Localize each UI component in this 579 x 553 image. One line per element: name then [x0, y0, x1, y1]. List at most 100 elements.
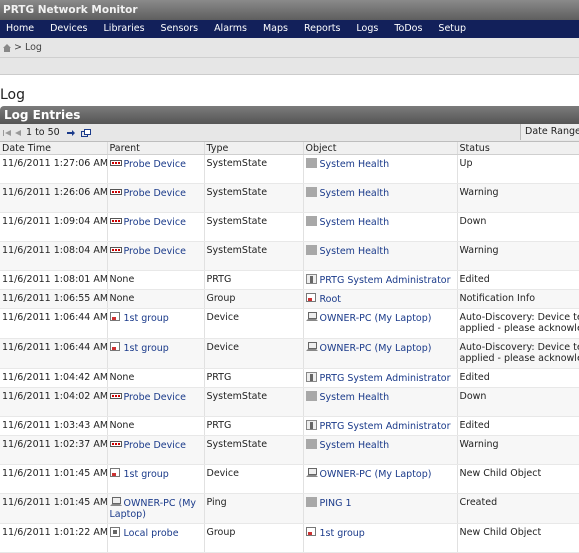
- status-text: Auto-Discovery: Device te: [460, 342, 579, 353]
- object-link[interactable]: OWNER-PC (My Laptop): [320, 313, 432, 324]
- table-row[interactable]: 11/6/2011 1:06:44 AM1st groupDeviceOWNER…: [0, 339, 579, 369]
- cell-parent: Local probe: [107, 524, 204, 553]
- cell-type: PRTG: [204, 271, 303, 290]
- table-row[interactable]: 11/6/2011 1:27:06 AMProbe DeviceSystemSt…: [0, 155, 579, 184]
- sensor-icon: [306, 158, 318, 168]
- nav-setup[interactable]: Setup: [432, 20, 476, 38]
- prev-page-icon[interactable]: [14, 129, 22, 137]
- cell-parent: None: [107, 417, 204, 436]
- parent-link[interactable]: 1st group: [124, 469, 169, 480]
- cell-object: 1st group: [303, 524, 457, 553]
- table-row[interactable]: 11/6/2011 1:01:45 AMOWNER-PC (My Laptop)…: [0, 494, 579, 524]
- table-row[interactable]: 11/6/2011 1:01:22 AMLocal probeGroup1st …: [0, 524, 579, 553]
- cell-datetime: 11/6/2011 1:02:37 AM: [0, 436, 107, 465]
- nav-sensors[interactable]: Sensors: [155, 20, 209, 38]
- column-header-status[interactable]: Status: [457, 142, 579, 155]
- column-header-object[interactable]: Object: [303, 142, 457, 155]
- nav-maps[interactable]: Maps: [257, 20, 298, 38]
- nav-reports[interactable]: Reports: [298, 20, 350, 38]
- window-icon[interactable]: [81, 129, 91, 137]
- parent-link[interactable]: 1st group: [124, 343, 169, 354]
- nav-devices[interactable]: Devices: [44, 20, 97, 38]
- object-link[interactable]: PRTG System Administrator: [320, 373, 451, 384]
- cell-parent: None: [107, 290, 204, 309]
- cell-type: SystemState: [204, 213, 303, 242]
- status-text-line2: applied - please acknowled: [460, 323, 579, 334]
- object-link[interactable]: PRTG System Administrator: [320, 275, 451, 286]
- table-row[interactable]: 11/6/2011 1:09:04 AM Probe Device SystemSt…: [0, 213, 579, 242]
- table-row[interactable]: 11/6/2011 1:01:45 AM1st groupDeviceOWNER…: [0, 465, 579, 494]
- object-link[interactable]: 1st group: [320, 528, 365, 539]
- table-row[interactable]: 11/6/2011 1:02:37 AMProbe DeviceSystemSt…: [0, 436, 579, 465]
- parent-link[interactable]: Probe Device: [124, 159, 186, 170]
- cell-parent: OWNER-PC (My Laptop): [107, 494, 204, 524]
- cell-parent: Probe Device: [107, 184, 204, 213]
- nav-logs[interactable]: Logs: [350, 20, 388, 38]
- table-row[interactable]: 11/6/2011 1:04:02 AMProbe DeviceSystemSt…: [0, 388, 579, 417]
- date-range-button[interactable]: Date Range:: [520, 124, 579, 140]
- object-link[interactable]: System Health: [320, 159, 390, 170]
- table-row[interactable]: 11/6/2011 1:26:06 AMProbe DeviceSystemSt…: [0, 184, 579, 213]
- parent-link[interactable]: 1st group: [124, 313, 169, 324]
- column-header-type[interactable]: Type: [204, 142, 303, 155]
- nav-alarms[interactable]: Alarms: [208, 20, 257, 38]
- status-text: New Child Object: [460, 468, 579, 479]
- sensor-icon: [306, 439, 318, 449]
- object-link[interactable]: System Health: [320, 392, 390, 403]
- table-row[interactable]: 11/6/2011 1:04:42 AMNonePRTGPRTG System …: [0, 369, 579, 388]
- table-row[interactable]: 11/6/2011 1:08:01 AMNonePRTGPRTG System …: [0, 271, 579, 290]
- breadcrumb-current[interactable]: Log: [25, 42, 42, 53]
- status-text: Down: [460, 391, 579, 402]
- column-header-parent[interactable]: Parent: [107, 142, 204, 155]
- object-link[interactable]: Root: [320, 294, 342, 305]
- table-row[interactable]: 11/6/2011 1:06:44 AM1st groupDeviceOWNER…: [0, 309, 579, 339]
- device-icon: [110, 216, 122, 226]
- panel-title: Log Entries: [0, 106, 579, 124]
- parent-link[interactable]: Probe Device: [124, 217, 186, 228]
- cell-object: System Health: [303, 242, 457, 271]
- status-text: New Child Object: [460, 527, 579, 538]
- object-link[interactable]: OWNER-PC (My Laptop): [320, 469, 432, 480]
- nav-libraries[interactable]: Libraries: [98, 20, 155, 38]
- object-link[interactable]: OWNER-PC (My Laptop): [320, 343, 432, 354]
- parent-link[interactable]: Probe Device: [124, 188, 186, 199]
- cell-parent: Probe Device: [107, 242, 204, 271]
- cell-status: Up: [457, 155, 579, 184]
- home-icon[interactable]: [3, 44, 11, 52]
- parent-link[interactable]: OWNER-PC (My Laptop): [110, 498, 197, 520]
- status-text: Warning: [460, 187, 579, 198]
- status-text: Edited: [460, 372, 579, 383]
- cell-object: System Health: [303, 388, 457, 417]
- parent-link[interactable]: Probe Device: [124, 440, 186, 451]
- object-link[interactable]: System Health: [320, 246, 390, 257]
- cell-datetime: 11/6/2011 1:27:06 AM: [0, 155, 107, 184]
- cell-datetime: 11/6/2011 1:09:04 AM: [0, 213, 107, 242]
- cell-datetime: 11/6/2011 1:04:42 AM: [0, 369, 107, 388]
- parent-link[interactable]: Probe Device: [124, 392, 186, 403]
- object-link[interactable]: System Health: [320, 188, 390, 199]
- next-page-icon[interactable]: [67, 129, 75, 137]
- status-text-line2: applied - please acknowled: [460, 353, 579, 364]
- nav-todos[interactable]: ToDos: [388, 20, 432, 38]
- object-link[interactable]: PRTG System Administrator: [320, 421, 451, 432]
- status-text: Warning: [460, 245, 579, 256]
- cell-object: PRTG System Administrator: [303, 417, 457, 436]
- table-row[interactable]: 11/6/2011 1:03:43 AMNonePRTGPRTG System …: [0, 417, 579, 436]
- status-text: Edited: [460, 420, 579, 431]
- status-text: Warning: [460, 439, 579, 450]
- object-link[interactable]: PING 1: [320, 498, 352, 509]
- column-header-date-time[interactable]: Date Time: [0, 142, 107, 155]
- table-row[interactable]: 11/6/2011 1:08:04 AMProbe DeviceSystemSt…: [0, 242, 579, 271]
- user-icon: [306, 372, 318, 382]
- cell-status: Warning: [457, 184, 579, 213]
- object-link[interactable]: System Health: [320, 440, 390, 451]
- parent-link[interactable]: Probe Device: [124, 246, 186, 257]
- cell-type: Device: [204, 465, 303, 494]
- object-link[interactable]: System Health: [320, 217, 390, 228]
- first-page-icon[interactable]: [3, 129, 11, 137]
- cell-status: New Child Object: [457, 465, 579, 494]
- status-text: Created: [460, 497, 579, 508]
- parent-link[interactable]: Local probe: [124, 528, 179, 539]
- nav-home[interactable]: Home: [0, 20, 44, 38]
- table-row[interactable]: 11/6/2011 1:06:55 AMNoneGroupRootNotific…: [0, 290, 579, 309]
